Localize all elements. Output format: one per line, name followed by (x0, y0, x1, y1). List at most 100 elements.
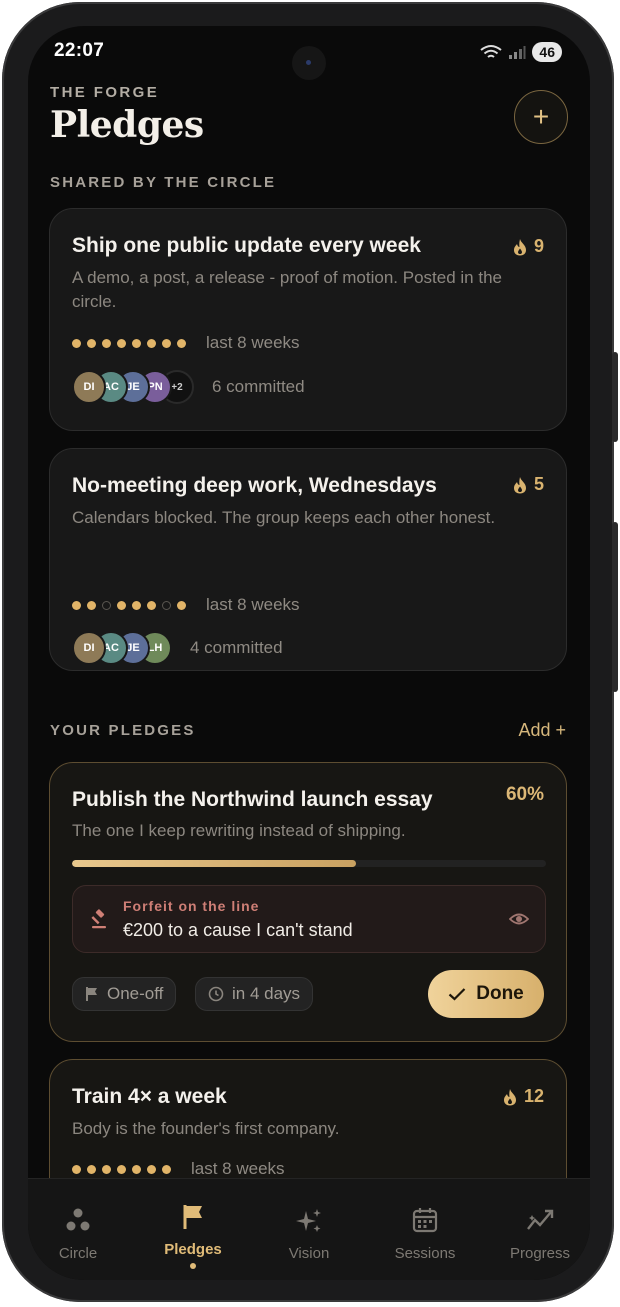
history-label: last 8 weeks (206, 333, 300, 352)
streak-value: 5 (533, 474, 544, 494)
week-dot-complete (72, 338, 81, 348)
power-button (612, 522, 618, 692)
header-eyebrow: THE FORGE (50, 84, 160, 101)
pledge-title: Train 4× a week (72, 1085, 227, 1108)
bottom-nav: Circle Pledges Vision Sessions Progress (28, 1178, 590, 1280)
week-dot-missed (102, 600, 111, 610)
progress-percent: 60% (505, 784, 544, 805)
history-dots: last 8 weeks (72, 595, 300, 615)
week-dot-complete (147, 1164, 156, 1174)
streak-count: 12 (502, 1086, 544, 1107)
done-button[interactable]: Done (428, 970, 544, 1018)
avatar: DI (72, 370, 106, 404)
nav-progress[interactable]: Progress (484, 1179, 590, 1279)
pledge-title: No-meeting deep work, Wednesdays (72, 474, 437, 497)
committed-avatars: DI AC JE PN +2 6 committed (72, 370, 305, 404)
streak-value: 9 (533, 236, 544, 256)
status-icons: 46 (480, 42, 562, 62)
status-time: 22:07 (54, 40, 105, 61)
check-icon (449, 988, 466, 1001)
flag-icon (183, 1205, 202, 1229)
avatar: DI (72, 631, 106, 665)
committed-count: 6 committed (212, 377, 305, 396)
pledge-description: The one I keep rewriting instead of ship… (72, 821, 406, 840)
week-dot-complete (132, 338, 141, 348)
app-screen: 22:07 46 THE FORGE Pledges + SHARED BY T… (28, 26, 590, 1280)
history-dots: last 8 weeks (72, 1159, 285, 1179)
week-dot-complete (72, 1164, 81, 1174)
pledge-description: A demo, a post, a release - proof of mot… (72, 268, 502, 311)
page-title: Pledges (50, 104, 204, 146)
nav-vision[interactable]: Vision (253, 1179, 365, 1279)
volume-button (612, 352, 618, 442)
eye-icon[interactable] (509, 911, 529, 927)
nav-sessions[interactable]: Sessions (369, 1179, 481, 1279)
sparkle-icon (296, 1209, 321, 1232)
streak-count: 5 (512, 474, 544, 495)
nav-label: Circle (58, 1245, 98, 1262)
history-dots: last 8 weeks (72, 333, 300, 353)
circle-group-icon (66, 1208, 90, 1231)
nav-pledges[interactable]: Pledges (137, 1179, 249, 1279)
calendar-icon (412, 1208, 438, 1233)
add-pledge-button[interactable]: + (514, 90, 568, 144)
forfeit-box: Forfeit on the line €200 to a cause I ca… (72, 885, 546, 953)
pledge-title: Publish the Northwind launch essay (72, 788, 433, 811)
week-dot-complete (87, 338, 96, 348)
week-dot-complete (132, 600, 141, 610)
trend-icon (527, 1209, 554, 1230)
add-pledge-link[interactable]: Add + (518, 720, 566, 741)
week-dot-complete (87, 1164, 96, 1174)
forfeit-label: Forfeit on the line (123, 898, 260, 914)
pledge-title: Ship one public update every week (72, 234, 421, 257)
week-dot-complete (117, 338, 126, 348)
done-label: Done (476, 983, 524, 1004)
phone-frame: 22:07 46 THE FORGE Pledges + SHARED BY T… (2, 2, 618, 1302)
flame-icon (513, 476, 526, 493)
nav-label: Sessions (394, 1245, 456, 1262)
forfeit-text: €200 to a cause I can't stand (123, 920, 353, 940)
gavel-icon (91, 909, 106, 929)
plus-icon: + (532, 101, 550, 132)
week-dot-complete (132, 1164, 141, 1174)
week-dot-complete (87, 600, 96, 610)
week-dot-complete (117, 600, 126, 610)
shared-pledge-card[interactable]: No-meeting deep work, Wednesdays 5 Calen… (49, 448, 567, 671)
nav-circle[interactable]: Circle (28, 1179, 134, 1279)
your-pledge-card[interactable]: Publish the Northwind launch essay 60% T… (49, 762, 567, 1042)
week-dot-complete (177, 338, 186, 348)
nav-label: Pledges (164, 1241, 222, 1258)
flag-icon (86, 987, 97, 1001)
week-dot-complete (117, 1164, 126, 1174)
active-indicator (190, 1263, 196, 1269)
nav-label: Progress (509, 1245, 571, 1262)
nav-label: Vision (288, 1245, 330, 1262)
week-dot-complete (177, 600, 186, 610)
battery-indicator: 46 (532, 42, 562, 62)
pledge-description: Calendars blocked. The group keeps each … (72, 508, 496, 527)
progress-bar (72, 860, 546, 867)
front-camera (292, 46, 326, 80)
week-dot-complete (162, 338, 171, 348)
week-dot-complete (162, 1164, 171, 1174)
flame-icon (513, 238, 526, 255)
wifi-icon (480, 45, 503, 58)
history-label: last 8 weeks (191, 1159, 285, 1178)
week-dot-complete (102, 338, 111, 348)
clock-icon (208, 986, 224, 1002)
history-label: last 8 weeks (206, 595, 300, 614)
streak-count: 9 (512, 236, 544, 257)
signal-icon (509, 46, 526, 59)
week-dot-missed (162, 600, 171, 610)
due-label: in 4 days (232, 984, 301, 1003)
committed-avatars: DI AC JE LH 4 committed (72, 631, 283, 665)
shared-pledge-card[interactable]: Ship one public update every week 9 A de… (49, 208, 567, 431)
week-dot-complete (147, 600, 156, 610)
week-dot-complete (72, 600, 81, 610)
streak-value: 12 (523, 1086, 544, 1106)
shared-section-label: SHARED BY THE CIRCLE (50, 174, 277, 191)
your-section-label: YOUR PLEDGES (50, 722, 196, 739)
week-dot-complete (147, 338, 156, 348)
due-date-tag: in 4 days (195, 977, 314, 1011)
week-dot-complete (102, 1164, 111, 1174)
